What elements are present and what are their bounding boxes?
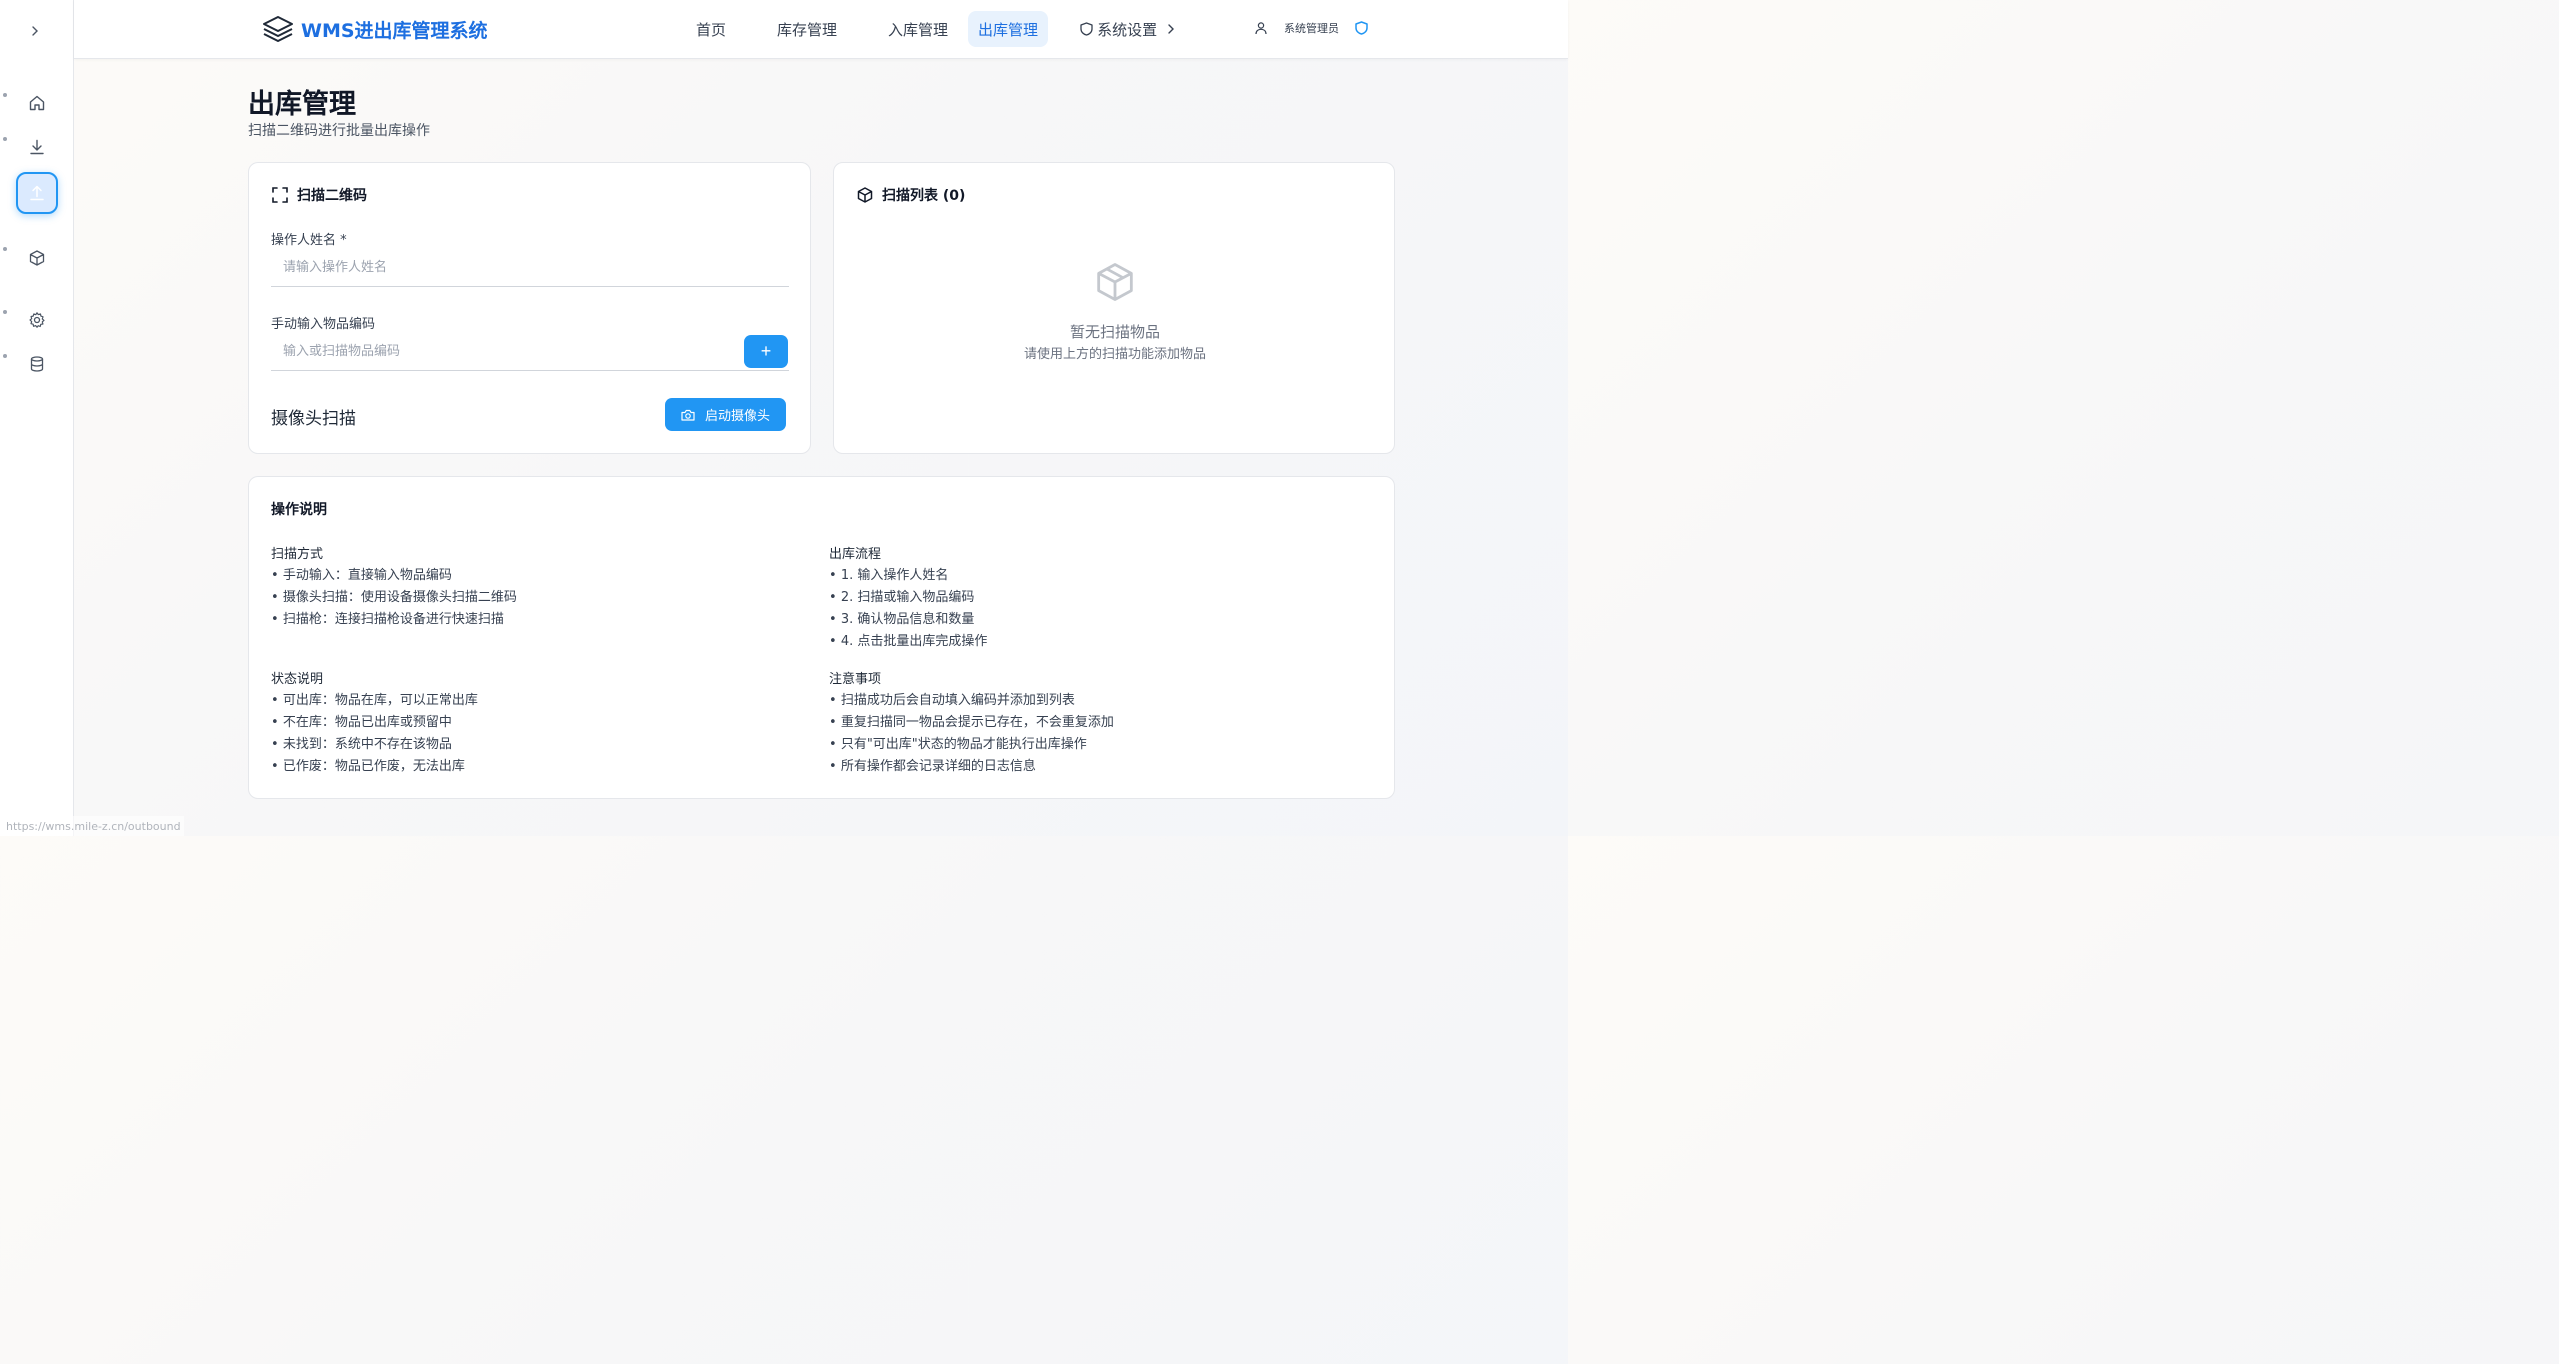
instructions-card: 操作说明 扫描方式 手动输入：直接输入物品编码 摄像头扫描：使用设备摄像头扫描二…: [248, 476, 1395, 799]
box-icon: [857, 187, 873, 203]
main-nav: 首页 库存管理 入库管理 出库管理 系统设置: [686, 11, 1187, 47]
list-item: 重复扫描同一物品会提示已存在，不会重复添加: [829, 712, 1114, 734]
nav-home-label: 首页: [696, 20, 727, 39]
sidebar-item-inbound[interactable]: [20, 130, 54, 164]
scan-list-header: 扫描列表 (0): [856, 185, 965, 205]
list-item: 4. 点击批量出库完成操作: [829, 631, 988, 653]
nav-outbound[interactable]: 出库管理: [968, 11, 1049, 47]
list-item: 只有"可出库"状态的物品才能执行出库操作: [829, 734, 1114, 756]
scan-card-title: 扫描二维码: [297, 188, 367, 204]
nav-settings-label: 系统设置: [1097, 20, 1158, 39]
empty-state-title: 暂无扫描物品: [1070, 323, 1161, 341]
nav-inventory-label: 库存管理: [777, 20, 838, 39]
top-header: WMS进出库管理系统 首页 库存管理 入库管理 出库管理 系统设置 系统管理员: [74, 0, 1568, 59]
section-title: 状态说明: [271, 672, 324, 687]
sidebar-dot: [3, 310, 7, 314]
sidebar-item-inventory[interactable]: [20, 241, 54, 275]
home-icon: [29, 95, 45, 111]
sidebar-dot: [3, 247, 7, 251]
upload-icon: [30, 185, 44, 201]
chevron-right-icon: [1168, 24, 1175, 34]
list-item: 3. 确认物品信息和数量: [829, 609, 987, 631]
layers-icon: [263, 16, 293, 42]
admin-shield-icon: [1355, 21, 1368, 35]
scan-card-header: 扫描二维码: [271, 185, 367, 205]
camera-scan-label: 摄像头扫描: [271, 409, 356, 429]
download-icon: [30, 139, 44, 155]
user-icon: [1255, 22, 1267, 35]
database-icon: [30, 356, 44, 372]
user-menu[interactable]: 系统管理员: [1254, 20, 1368, 36]
sidebar-toggle[interactable]: [22, 18, 48, 44]
status-list: 可出库：物品在库，可以正常出库 不在库：物品已出库或预留中 未找到：系统中不存在…: [271, 690, 478, 778]
list-item: 摄像头扫描：使用设备摄像头扫描二维码: [271, 587, 517, 609]
list-item: 可出库：物品在库，可以正常出库: [271, 690, 478, 712]
nav-settings[interactable]: 系统设置: [1070, 11, 1187, 47]
camera-icon: [681, 409, 695, 421]
scan-card: 扫描二维码 操作人姓名 * 手动输入物品编码 + 摄像头扫描 启动摄像头: [248, 162, 811, 454]
user-name: 系统管理员: [1284, 22, 1339, 35]
page-title: 出库管理: [248, 89, 356, 120]
gear-icon: [29, 312, 45, 328]
empty-state-subtitle: 请使用上方的扫描功能添加物品: [1024, 347, 1207, 362]
nav-inbound-label: 入库管理: [888, 20, 949, 39]
instructions-title-text: 操作说明: [271, 502, 327, 518]
item-code-input[interactable]: [271, 333, 789, 371]
status-bar-url: https://wms.mile-z.cn/outbound: [0, 816, 184, 836]
list-item: 未找到：系统中不存在该物品: [271, 734, 478, 756]
list-item: 2. 扫描或输入物品编码: [829, 587, 987, 609]
shield-icon: [1080, 22, 1093, 36]
list-item: 扫描成功后会自动填入编码并添加到列表: [829, 690, 1114, 712]
section-title: 扫描方式: [271, 547, 324, 562]
start-camera-label: 启动摄像头: [705, 409, 771, 424]
scan-list-card: 扫描列表 (0) 暂无扫描物品 请使用上方的扫描功能添加物品: [833, 162, 1395, 454]
sidebar-item-settings[interactable]: [20, 303, 54, 337]
empty-box-icon: [1097, 263, 1133, 301]
sidebar-item-home[interactable]: [20, 86, 54, 120]
add-item-button[interactable]: +: [744, 335, 788, 368]
page-subtitle: 扫描二维码进行批量出库操作: [248, 123, 430, 139]
operator-name-input[interactable]: [271, 249, 789, 287]
nav-outbound-label: 出库管理: [978, 20, 1039, 39]
section-title: 出库流程: [829, 547, 882, 562]
nav-home[interactable]: 首页: [686, 11, 736, 47]
outbound-flow-list: 1. 输入操作人姓名 2. 扫描或输入物品编码 3. 确认物品信息和数量 4. …: [829, 565, 988, 653]
sidebar-dot: [3, 354, 7, 358]
sidebar: [0, 0, 74, 836]
list-item: 扫描枪：连接扫描枪设备进行快速扫描: [271, 609, 517, 631]
app-logo[interactable]: WMS进出库管理系统: [261, 14, 488, 44]
scan-frame-icon: [272, 187, 288, 203]
operator-label: 操作人姓名 *: [271, 233, 347, 248]
notes-list: 扫描成功后会自动填入编码并添加到列表 重复扫描同一物品会提示已存在，不会重复添加…: [829, 690, 1114, 778]
instructions-title: 操作说明: [271, 499, 327, 519]
sidebar-item-outbound[interactable]: [16, 172, 58, 214]
plus-icon: +: [760, 341, 772, 361]
sidebar-dot: [3, 137, 7, 141]
item-code-label: 手动输入物品编码: [271, 317, 376, 332]
sidebar-item-data[interactable]: [20, 347, 54, 381]
start-camera-button[interactable]: 启动摄像头: [665, 398, 787, 431]
scan-list-title: 扫描列表 (0): [882, 188, 966, 204]
app-title: WMS进出库管理系统: [301, 19, 488, 42]
scan-methods-list: 手动输入：直接输入物品编码 摄像头扫描：使用设备摄像头扫描二维码 扫描枪：连接扫…: [271, 565, 517, 631]
list-item: 已作废：物品已作废，无法出库: [271, 756, 478, 778]
sidebar-dot: [3, 93, 7, 97]
section-title: 注意事项: [829, 672, 882, 687]
list-item: 1. 输入操作人姓名: [829, 565, 987, 587]
nav-inventory[interactable]: 库存管理: [767, 11, 847, 47]
chevron-right-icon: [32, 26, 38, 36]
box-icon: [29, 250, 45, 266]
list-item: 所有操作都会记录详细的日志信息: [829, 756, 1114, 778]
list-item: 不在库：物品已出库或预留中: [271, 712, 478, 734]
nav-inbound[interactable]: 入库管理: [878, 11, 958, 47]
list-item: 手动输入：直接输入物品编码: [271, 565, 517, 587]
